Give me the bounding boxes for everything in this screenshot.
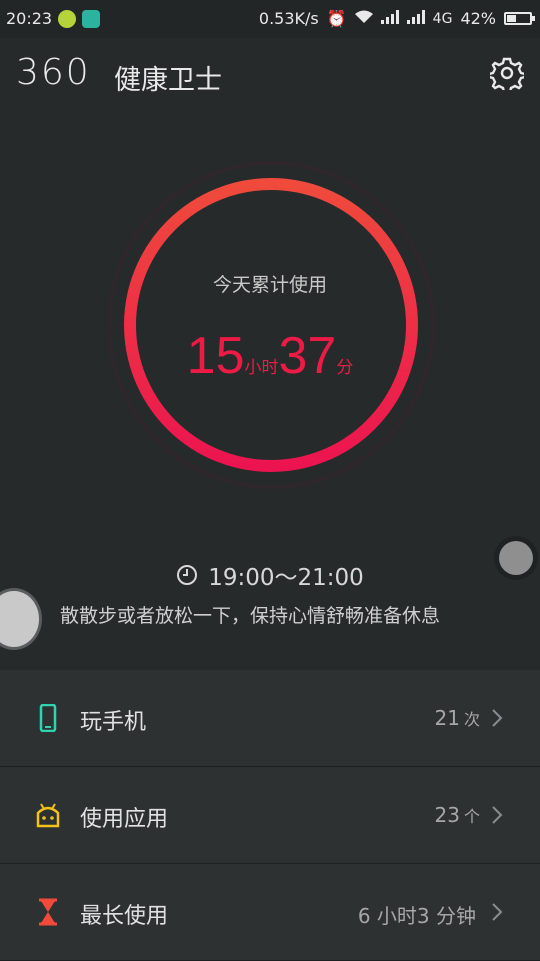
- status-time: 20:23: [6, 9, 53, 28]
- chevron-right-icon: [492, 709, 503, 727]
- network-type: 4G: [432, 10, 453, 27]
- network-speed: 0.53K/s: [258, 9, 319, 28]
- settings-button[interactable]: [487, 56, 527, 94]
- app-header: 360 健康卫士: [0, 38, 540, 108]
- usage-ring: [106, 160, 436, 490]
- stat-label: 使用应用: [80, 807, 169, 832]
- wifi-icon: [354, 9, 373, 28]
- signal-icon-1: [380, 9, 399, 28]
- usage-minutes-unit: 分: [336, 358, 354, 378]
- battery-icon: [504, 12, 535, 25]
- usage-progress-ring: [124, 178, 418, 472]
- android-icon: [36, 803, 60, 828]
- schedule-time-range: 19:00～21:00: [208, 565, 364, 591]
- stat-value: 23 个: [434, 803, 480, 827]
- schedule-tip: 散散步或者放松一下，保持心情舒畅准备休息: [60, 605, 441, 627]
- battery-percent: 42%: [460, 9, 496, 28]
- avatar[interactable]: [0, 588, 42, 650]
- usage-hours-unit: 小时: [244, 358, 279, 378]
- usage-value: 15小时37分: [0, 326, 540, 386]
- signal-icon-2: [406, 9, 425, 28]
- floating-assist-button[interactable]: [494, 536, 538, 580]
- phone-icon: [39, 704, 57, 732]
- hourglass-icon: [39, 898, 57, 926]
- stat-row-longest-use[interactable]: 最长使用 6 小时3 分钟: [0, 864, 540, 961]
- alarm-icon: ⏰: [326, 9, 347, 28]
- chevron-right-icon: [492, 806, 503, 824]
- app-title: 健康卫士: [114, 65, 222, 96]
- clock-icon: [177, 565, 198, 585]
- usage-hours: 15: [186, 327, 245, 385]
- stat-row-phone-use[interactable]: 玩手机 21 次: [0, 670, 540, 767]
- stat-value: 6 小时3 分钟: [357, 904, 476, 928]
- notification-app-icon: [82, 9, 101, 28]
- battery-level: [507, 15, 517, 22]
- status-bar: 20:23 0.53K/s ⏰ 4G 42%: [0, 0, 540, 38]
- chevron-right-icon: [492, 903, 503, 921]
- stat-label: 玩手机: [80, 710, 147, 735]
- usage-label: 今天累计使用: [212, 274, 327, 296]
- notification-plus-icon: [58, 9, 77, 28]
- stat-row-app-use[interactable]: 使用应用 23 个: [0, 767, 540, 864]
- gear-icon: [487, 57, 527, 94]
- stat-value: 21 次: [434, 706, 480, 730]
- stat-label: 最长使用: [80, 904, 169, 929]
- schedule-time: 19:00～21:00: [0, 558, 540, 592]
- stats-list: 玩手机 21 次 使用应用 23 个 最长使用 6 小时3 分钟: [0, 670, 540, 961]
- logo-360: 360: [16, 52, 91, 93]
- usage-minutes: 37: [278, 327, 337, 385]
